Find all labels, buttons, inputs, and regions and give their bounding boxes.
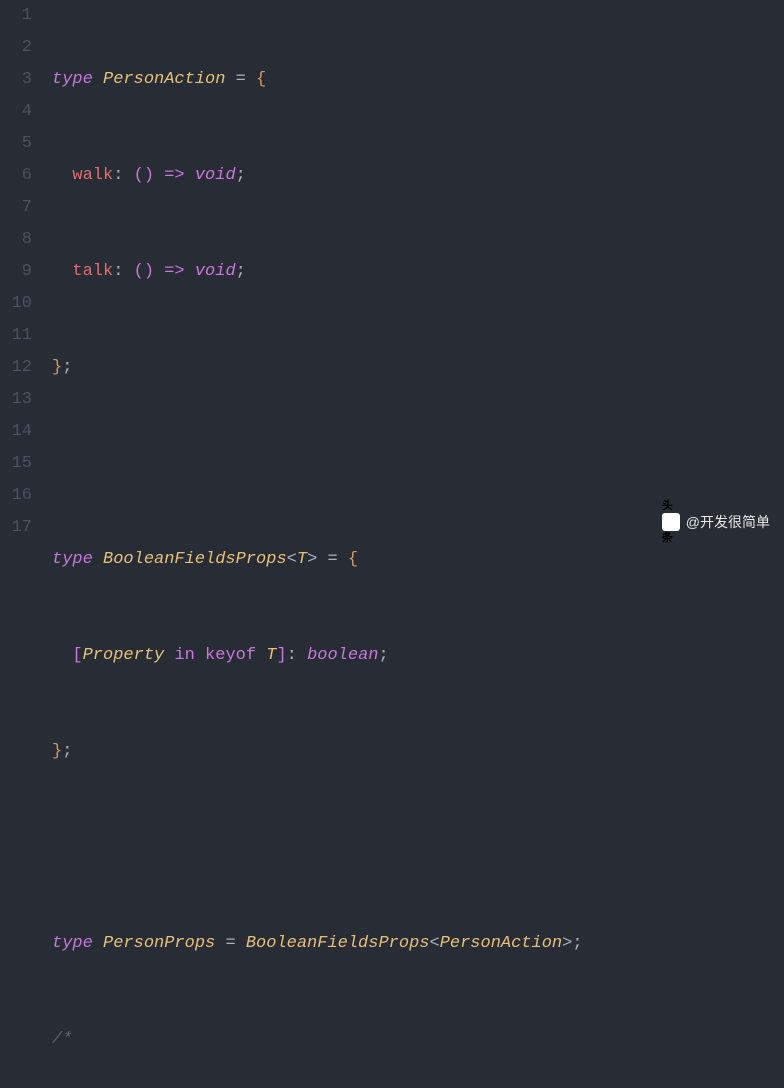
code-line [52, 832, 784, 864]
code-line: walk: () => void; [52, 160, 784, 192]
code-line: type PersonAction = { [52, 64, 784, 96]
line-number: 7 [8, 192, 32, 224]
line-number: 2 [8, 32, 32, 64]
line-number: 9 [8, 256, 32, 288]
line-number: 10 [8, 288, 32, 320]
line-number: 6 [8, 160, 32, 192]
code-line: type PersonProps = BooleanFieldsProps<Pe… [52, 928, 784, 960]
code-line: talk: () => void; [52, 256, 784, 288]
watermark: 头条 @开发很简单 [662, 506, 770, 538]
code-line: type BooleanFieldsProps<T> = { [52, 544, 784, 576]
watermark-text: @开发很简单 [686, 506, 770, 538]
line-number: 12 [8, 352, 32, 384]
code-area[interactable]: type PersonAction = { walk: () => void; … [44, 0, 784, 544]
line-number: 1 [8, 0, 32, 32]
code-line: }; [52, 736, 784, 768]
watermark-logo-icon: 头条 [662, 513, 680, 531]
line-number: 13 [8, 384, 32, 416]
line-number: 8 [8, 224, 32, 256]
line-number: 11 [8, 320, 32, 352]
line-number: 3 [8, 64, 32, 96]
line-number: 15 [8, 448, 32, 480]
line-number: 14 [8, 416, 32, 448]
code-line: [Property in keyof T]: boolean; [52, 640, 784, 672]
line-number: 17 [8, 512, 32, 544]
code-line [52, 448, 784, 480]
line-gutter: 1 2 3 4 5 6 7 8 9 10 11 12 13 14 15 16 1… [0, 0, 44, 544]
code-line: /* [52, 1024, 784, 1056]
line-number: 16 [8, 480, 32, 512]
code-editor: 1 2 3 4 5 6 7 8 9 10 11 12 13 14 15 16 1… [0, 0, 784, 544]
line-number: 4 [8, 96, 32, 128]
code-line: }; [52, 352, 784, 384]
line-number: 5 [8, 128, 32, 160]
